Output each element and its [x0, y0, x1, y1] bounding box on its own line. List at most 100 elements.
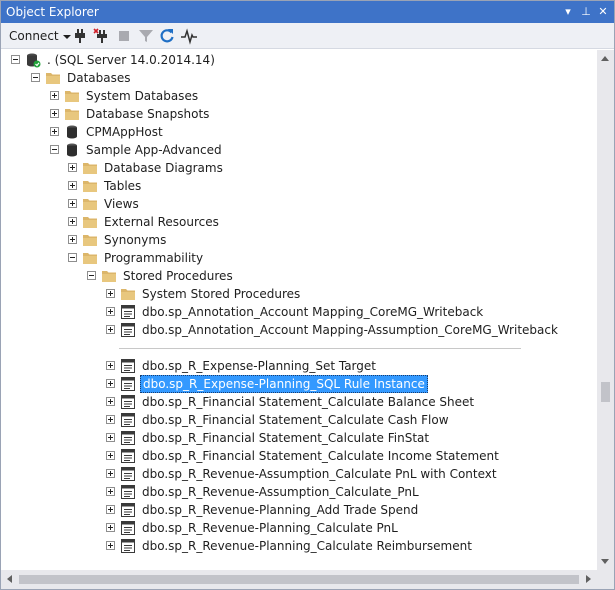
collapse-toggle[interactable]	[11, 55, 20, 64]
expand-toggle[interactable]	[106, 307, 115, 316]
stored-procedure-icon	[121, 539, 135, 553]
activity-monitor-icon[interactable]	[180, 27, 198, 45]
expand-toggle[interactable]	[68, 235, 77, 244]
expand-toggle[interactable]	[50, 127, 59, 136]
stored-procedure-label: dbo.sp_R_Revenue-Assumption_Calculate_Pn…	[142, 485, 419, 499]
stored-procedure-label: dbo.sp_R_Revenue-Planning_Calculate Reim…	[142, 539, 472, 553]
stop-icon[interactable]	[115, 27, 133, 45]
programmability-label: Programmability	[104, 251, 204, 265]
cpmapphost-label: CPMAppHost	[86, 125, 163, 139]
scroll-left-icon[interactable]	[7, 575, 12, 583]
database-icon	[67, 125, 77, 139]
databases-label: Databases	[67, 71, 131, 85]
tables-label: Tables	[104, 179, 142, 193]
expand-toggle[interactable]	[106, 523, 115, 532]
stored-procedure-icon	[121, 395, 135, 409]
vertical-scroll-thumb[interactable]	[601, 382, 610, 402]
window-title: Object Explorer	[6, 5, 99, 19]
folder-icon	[83, 163, 97, 174]
stored-procedure-icon	[121, 359, 135, 373]
stored-procedure-icon	[121, 323, 135, 337]
object-explorer-tree: . (SQL Server 14.0.2014.14) Databases Sy…	[1, 50, 597, 570]
expand-toggle[interactable]	[106, 325, 115, 334]
expand-toggle[interactable]	[68, 199, 77, 208]
folder-icon	[65, 109, 79, 120]
connect-icon[interactable]	[71, 27, 89, 45]
window-position-dropdown-icon[interactable]: ▾	[560, 3, 576, 20]
expand-toggle[interactable]	[68, 181, 77, 190]
folder-icon	[83, 253, 97, 264]
stored-procedure-icon	[121, 467, 135, 481]
scroll-right-icon[interactable]	[586, 575, 591, 583]
expand-toggle[interactable]	[106, 433, 115, 442]
collapse-toggle[interactable]	[87, 271, 96, 280]
database-snapshots-label: Database Snapshots	[86, 107, 210, 121]
folder-icon	[83, 235, 97, 246]
stored-procedure-label: dbo.sp_R_Revenue-Planning_Calculate PnL	[142, 521, 398, 535]
server-icon	[27, 53, 41, 68]
stored-procedure-icon	[121, 431, 135, 445]
chevron-down-icon	[62, 34, 71, 39]
folder-icon	[83, 181, 97, 192]
stored-procedures-label: Stored Procedures	[123, 269, 233, 283]
scrollbar-corner	[597, 570, 614, 589]
collapse-toggle[interactable]	[68, 253, 77, 262]
expand-toggle[interactable]	[68, 217, 77, 226]
expand-toggle[interactable]	[106, 397, 115, 406]
folder-icon	[121, 289, 135, 300]
refresh-icon[interactable]	[158, 27, 176, 45]
stored-procedure-icon	[121, 521, 135, 535]
title-bar: Object Explorer ▾ ⊥ ✕	[1, 1, 614, 23]
folder-icon	[65, 91, 79, 102]
toolbar: Connect	[1, 23, 614, 49]
stored-procedure-label: dbo.sp_R_Financial Statement_Calculate B…	[142, 395, 475, 409]
horizontal-scrollbar[interactable]	[1, 570, 597, 589]
expand-toggle[interactable]	[106, 505, 115, 514]
stored-procedure-label: dbo.sp_R_Expense-Planning_SQL Rule Insta…	[140, 375, 428, 393]
stored-procedure-icon	[121, 413, 135, 427]
pin-icon[interactable]: ⊥	[578, 3, 594, 20]
system-databases-label: System Databases	[86, 89, 199, 103]
connect-button[interactable]: Connect	[5, 26, 75, 46]
folder-icon	[83, 217, 97, 228]
disconnect-icon[interactable]	[93, 27, 111, 45]
expand-toggle[interactable]	[106, 415, 115, 424]
expand-toggle[interactable]	[106, 379, 115, 388]
stored-procedure-icon	[121, 449, 135, 463]
sample-app-advanced-label: Sample App-Advanced	[86, 143, 222, 157]
horizontal-scroll-thumb[interactable]	[19, 575, 579, 584]
stored-procedure-label: dbo.sp_R_Financial Statement_Calculate F…	[142, 431, 430, 445]
collapse-toggle[interactable]	[31, 73, 40, 82]
folder-icon	[83, 199, 97, 210]
folder-icon	[102, 271, 116, 282]
stored-procedure-label: dbo.sp_R_Financial Statement_Calculate I…	[142, 449, 499, 463]
stored-procedure-label: dbo.sp_R_Revenue-Assumption_Calculate Pn…	[142, 467, 497, 481]
expand-toggle[interactable]	[106, 469, 115, 478]
scroll-up-icon[interactable]	[601, 56, 609, 61]
expand-toggle[interactable]	[50, 109, 59, 118]
synonyms-label: Synonyms	[104, 233, 167, 247]
filter-icon[interactable]	[137, 27, 155, 45]
folder-icon	[46, 73, 60, 84]
expand-toggle[interactable]	[106, 541, 115, 550]
expand-toggle[interactable]	[106, 361, 115, 370]
vertical-scrollbar[interactable]	[597, 50, 614, 570]
object-explorer-window: Object Explorer ▾ ⊥ ✕ Connect . (SQL Ser…	[0, 0, 615, 590]
scroll-down-icon[interactable]	[601, 559, 609, 564]
system-stored-procedures-label: System Stored Procedures	[142, 287, 301, 301]
close-icon[interactable]: ✕	[595, 3, 611, 20]
connect-label: Connect	[9, 29, 59, 43]
stored-procedure-label: dbo.sp_Annotation_Account Mapping-Assump…	[142, 323, 558, 337]
stored-procedure-icon	[121, 485, 135, 499]
database-diagrams-label: Database Diagrams	[104, 161, 223, 175]
expand-toggle[interactable]	[50, 91, 59, 100]
tree-separator	[119, 348, 521, 349]
expand-toggle[interactable]	[106, 487, 115, 496]
expand-toggle[interactable]	[106, 451, 115, 460]
expand-toggle[interactable]	[68, 163, 77, 172]
stored-procedure-label: dbo.sp_R_Revenue-Planning_Add Trade Spen…	[142, 503, 419, 517]
stored-procedure-label: dbo.sp_Annotation_Account Mapping_CoreMG…	[142, 305, 484, 319]
collapse-toggle[interactable]	[50, 145, 59, 154]
stored-procedure-label: dbo.sp_R_Financial Statement_Calculate C…	[142, 413, 449, 427]
expand-toggle[interactable]	[106, 289, 115, 298]
